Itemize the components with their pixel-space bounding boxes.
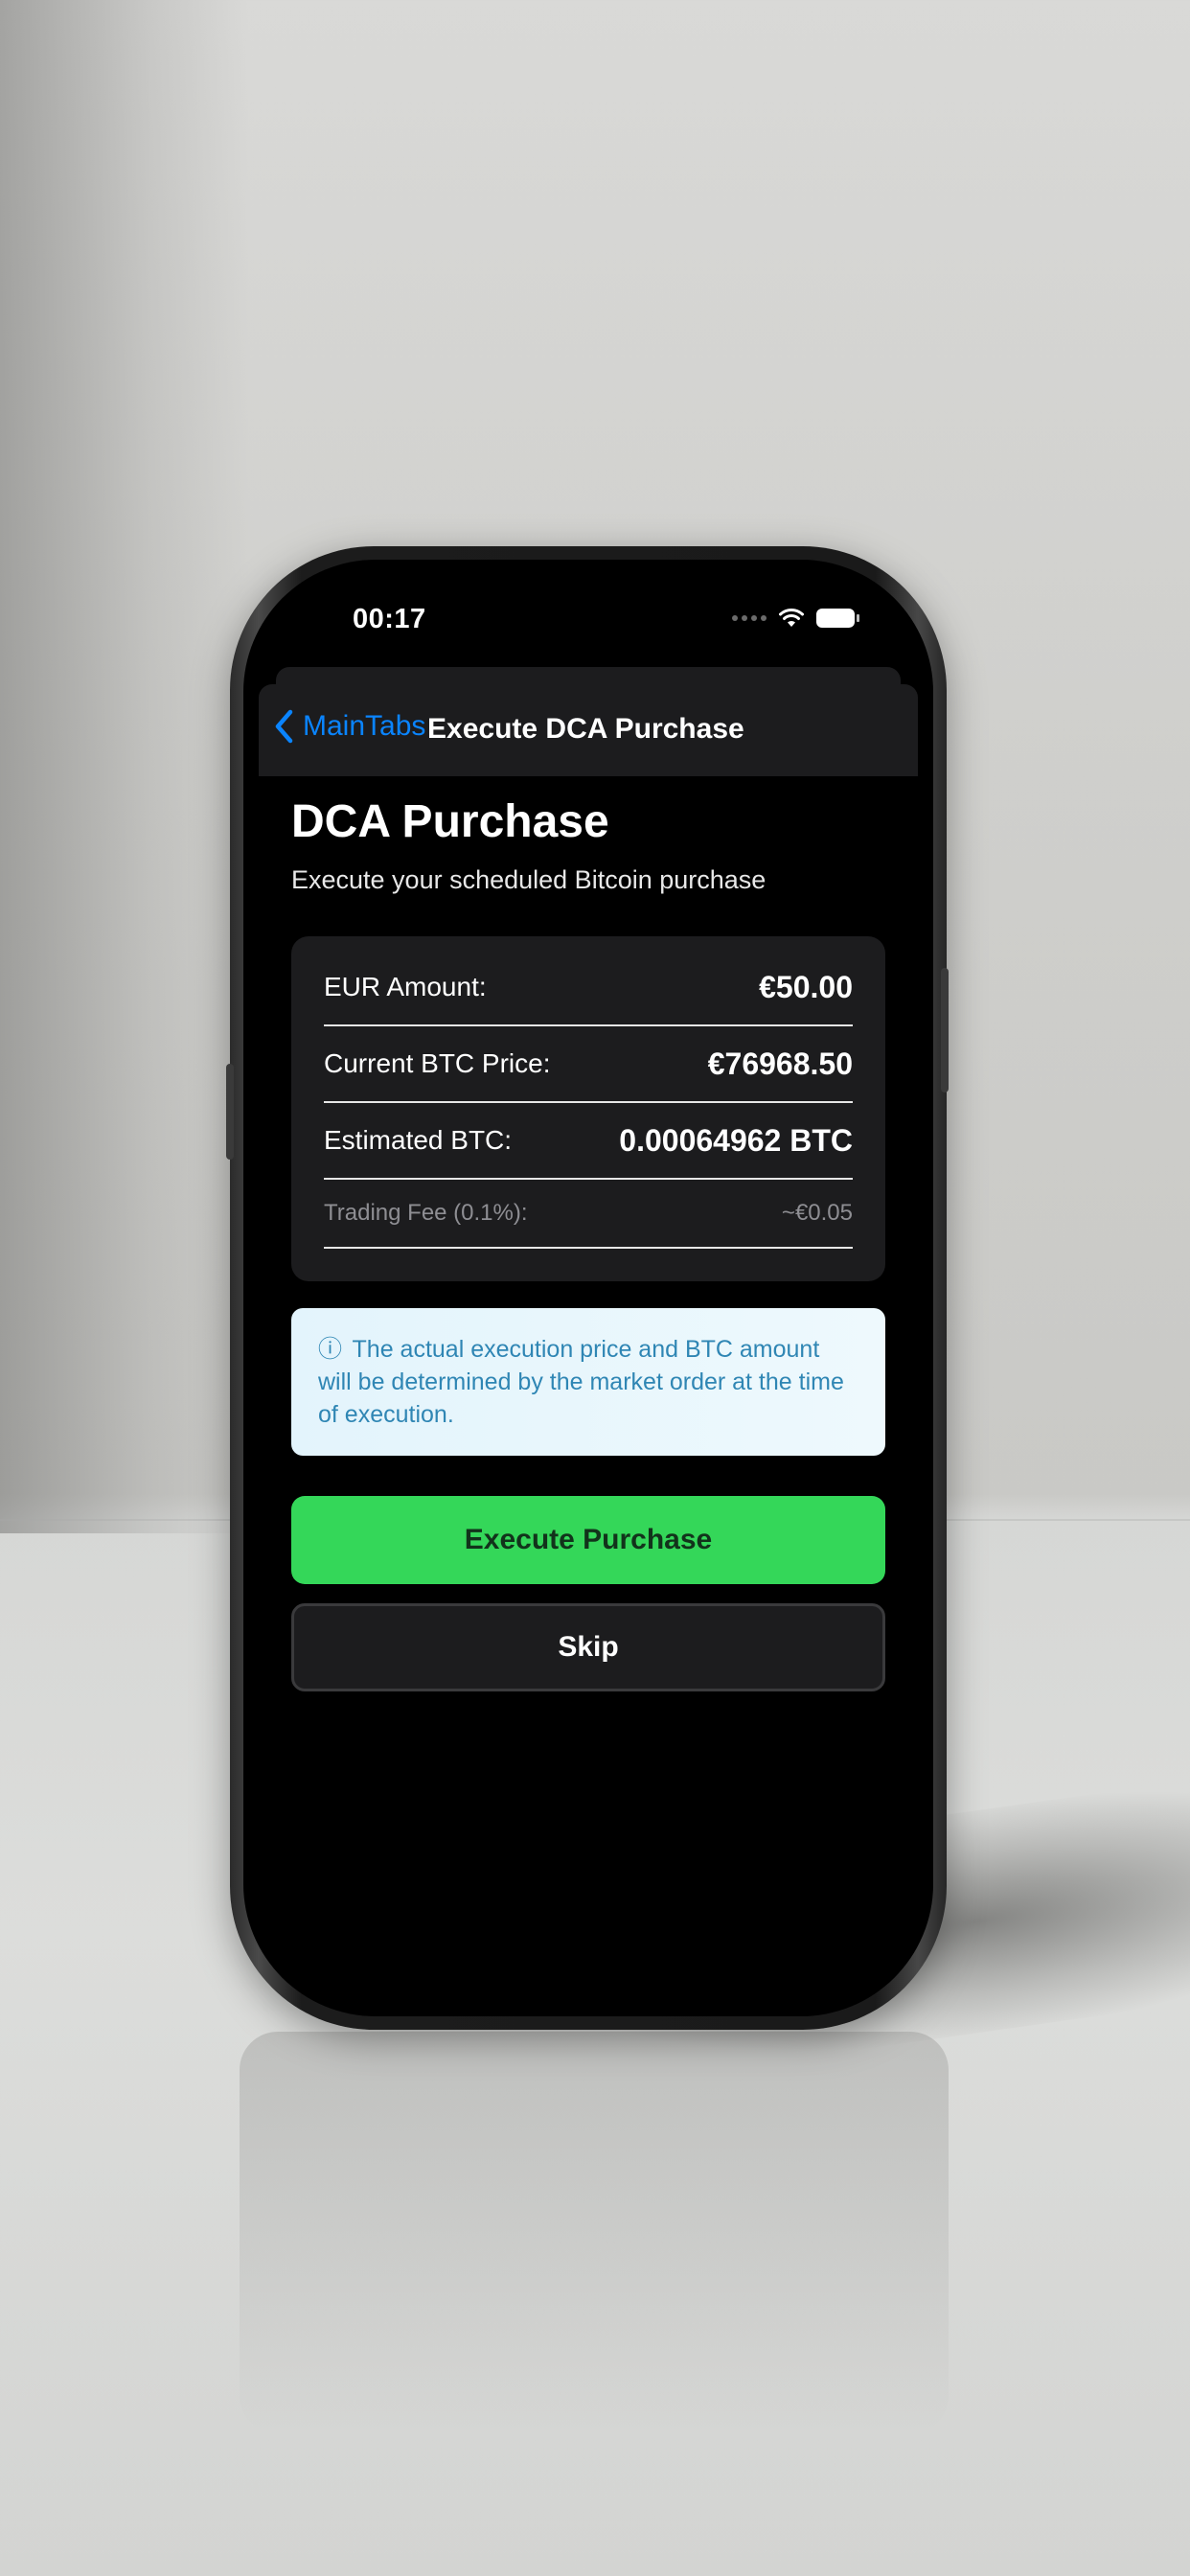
status-icons bbox=[732, 608, 859, 629]
phone-screen: 00:17 MainTabs Execute DCA Purchase DCA … bbox=[243, 560, 933, 2016]
skip-button[interactable]: Skip bbox=[291, 1603, 885, 1691]
side-button-right bbox=[941, 968, 949, 1092]
wifi-icon bbox=[779, 609, 804, 627]
info-icon: ⓘ bbox=[318, 1336, 343, 1363]
summary-value: 0.00064962 BTC bbox=[619, 1122, 853, 1158]
status-bar: 00:17 bbox=[243, 560, 933, 665]
summary-row-eur-amount: EUR Amount: €50.00 bbox=[324, 950, 853, 1026]
summary-value: €50.00 bbox=[759, 969, 853, 1004]
summary-value: €76968.50 bbox=[707, 1046, 853, 1081]
info-text: The actual execution price and BTC amoun… bbox=[318, 1336, 844, 1428]
page-subtitle: Execute your scheduled Bitcoin purchase bbox=[291, 865, 767, 894]
background-wall-shade bbox=[0, 0, 249, 1533]
battery-icon bbox=[816, 609, 859, 628]
nav-title: Execute DCA Purchase bbox=[427, 713, 744, 745]
phone-reflection bbox=[240, 2032, 949, 2434]
summary-row-estimated-btc: Estimated BTC: 0.00064962 BTC bbox=[324, 1103, 853, 1180]
summary-row-btc-price: Current BTC Price: €76968.50 bbox=[324, 1026, 853, 1103]
back-button-label: MainTabs bbox=[303, 710, 426, 742]
purchase-summary-card: EUR Amount: €50.00 Current BTC Price: €7… bbox=[291, 936, 885, 1281]
summary-row-trading-fee: Trading Fee (0.1%): ~€0.05 bbox=[324, 1180, 853, 1249]
status-time: 00:17 bbox=[353, 604, 426, 634]
execute-purchase-button[interactable]: Execute Purchase bbox=[291, 1496, 885, 1584]
main-content: DCA Purchase Execute your scheduled Bitc… bbox=[291, 794, 885, 1691]
side-button-left bbox=[226, 1064, 234, 1160]
navigation-bar: MainTabs Execute DCA Purchase bbox=[259, 684, 918, 776]
summary-value: ~€0.05 bbox=[781, 1200, 853, 1226]
chevron-left-icon bbox=[275, 709, 293, 744]
summary-label: Estimated BTC: bbox=[324, 1125, 513, 1155]
summary-label: Trading Fee (0.1%): bbox=[324, 1200, 528, 1226]
back-button[interactable]: MainTabs bbox=[274, 709, 425, 744]
signal-icon bbox=[732, 615, 767, 621]
summary-label: EUR Amount: bbox=[324, 972, 487, 1001]
info-notice: ⓘ The actual execution price and BTC amo… bbox=[291, 1308, 885, 1456]
summary-label: Current BTC Price: bbox=[324, 1048, 551, 1078]
page-title: DCA Purchase bbox=[291, 796, 609, 847]
phone-frame: 00:17 MainTabs Execute DCA Purchase DCA … bbox=[226, 546, 949, 2030]
